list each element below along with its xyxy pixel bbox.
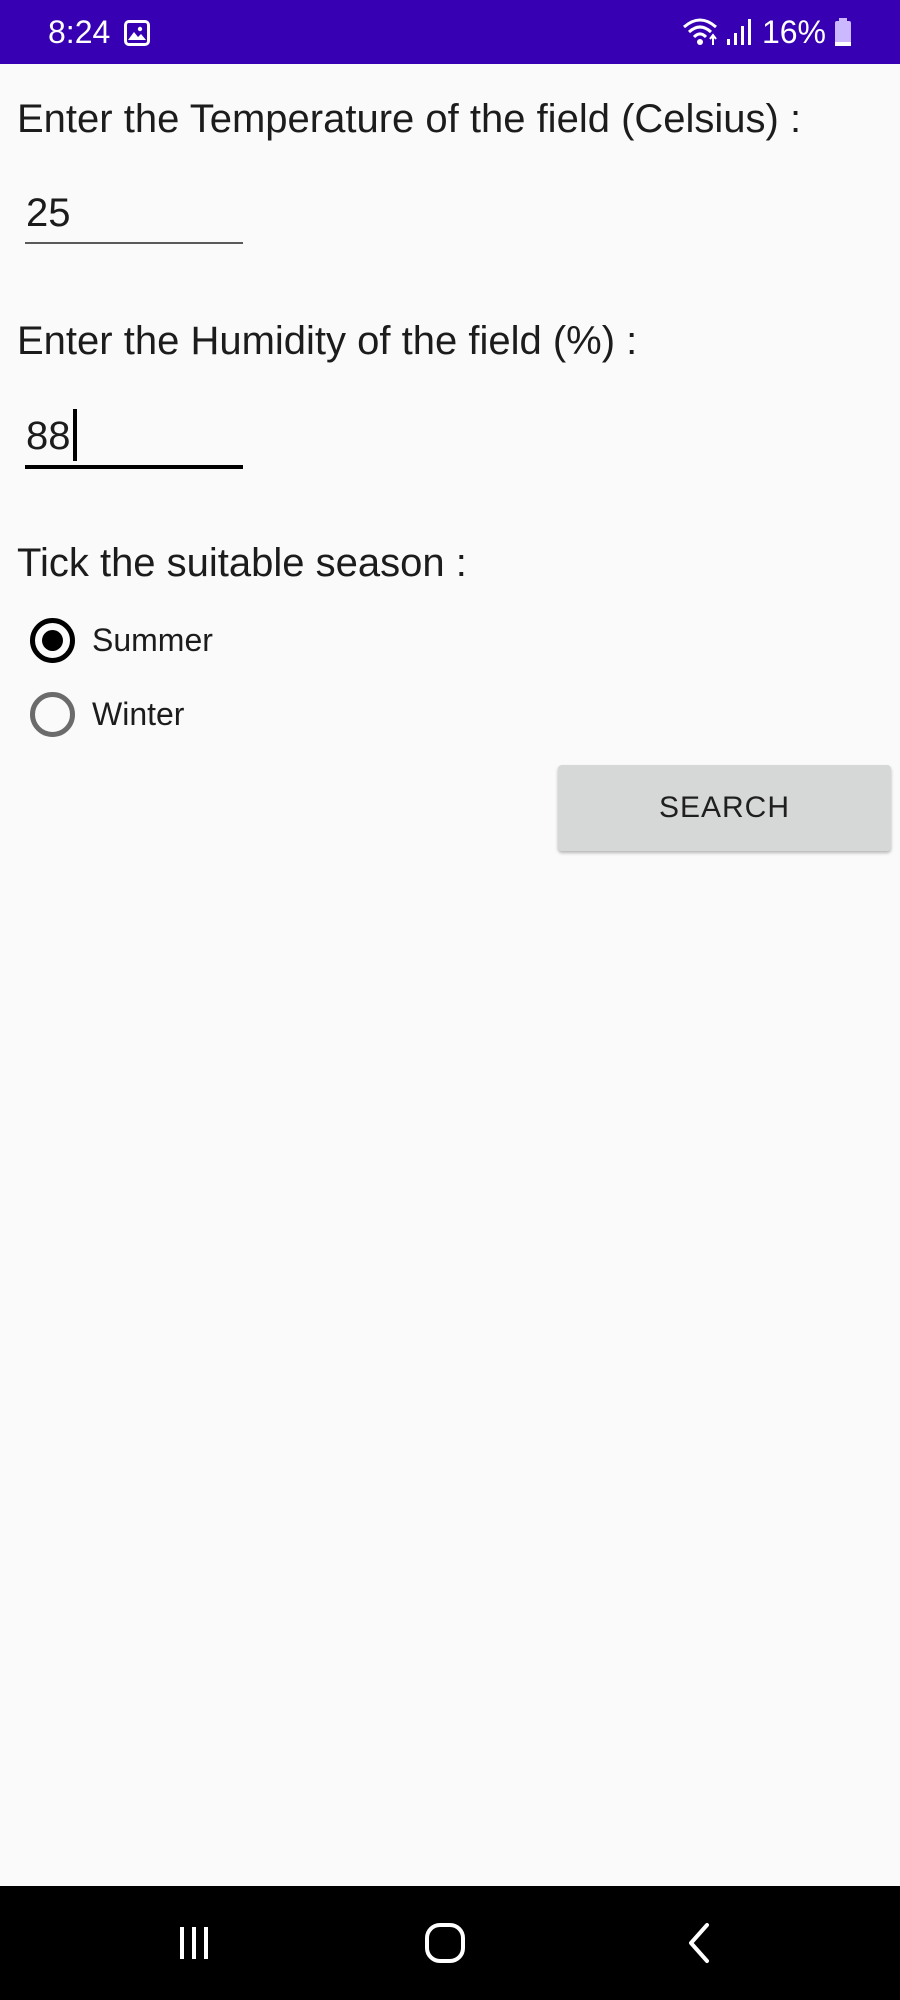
recent-apps-icon[interactable] bbox=[164, 1913, 224, 1973]
search-button[interactable]: SEARCH bbox=[558, 765, 891, 851]
humidity-input-underline bbox=[25, 465, 243, 469]
image-notification-icon bbox=[124, 20, 150, 46]
radio-summer[interactable]: Summer bbox=[30, 615, 213, 665]
radio-checked-icon[interactable] bbox=[30, 617, 75, 663]
humidity-input[interactable]: 88 bbox=[25, 403, 243, 463]
temperature-label: Enter the Temperature of the field (Cels… bbox=[17, 97, 802, 141]
temperature-input-underline bbox=[25, 242, 243, 244]
temperature-value: 25 bbox=[26, 191, 71, 235]
signal-icon bbox=[726, 17, 754, 47]
humidity-label: Enter the Humidity of the field (%) : bbox=[17, 319, 638, 363]
humidity-value: 88 bbox=[26, 414, 71, 458]
wifi-icon bbox=[682, 17, 718, 47]
temperature-input[interactable]: 25 bbox=[25, 180, 243, 240]
status-bar: 8:24 16% bbox=[0, 0, 900, 64]
status-right-group: 16% bbox=[682, 12, 852, 52]
season-label: Tick the suitable season : bbox=[17, 541, 467, 585]
battery-percent: 16% bbox=[761, 14, 826, 50]
radio-summer-label: Summer bbox=[92, 622, 213, 658]
back-icon[interactable] bbox=[669, 1913, 729, 1973]
battery-icon bbox=[834, 17, 852, 47]
home-icon[interactable] bbox=[415, 1913, 475, 1973]
text-cursor bbox=[72, 409, 77, 461]
radio-winter-label: Winter bbox=[92, 696, 185, 732]
radio-winter[interactable]: Winter bbox=[30, 689, 184, 739]
status-time: 8:24 bbox=[48, 14, 111, 50]
navigation-bar bbox=[0, 1886, 900, 2000]
radio-unchecked-icon[interactable] bbox=[30, 691, 75, 737]
